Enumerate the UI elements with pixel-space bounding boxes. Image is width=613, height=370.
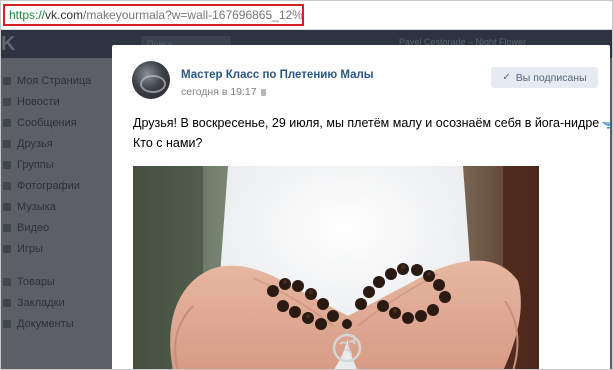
post-time-text: сегодня в 19:17 — [181, 86, 257, 98]
sidebar-item-news[interactable]: Новости — [1, 91, 111, 112]
sidebar-divider — [1, 259, 111, 271]
messages-icon — [3, 118, 11, 127]
documents-icon — [3, 319, 11, 328]
sidebar-item-groups[interactable]: Группы — [1, 154, 111, 175]
group-name-link[interactable]: Мастер Класс по Плетению Малы — [181, 69, 374, 81]
post-text: Друзья! В воскресенье, 29 июля, мы плетё… — [133, 114, 610, 152]
sidebar-item-label: Закладки — [17, 296, 65, 309]
sidebar-item-my-page[interactable]: Моя Страница — [1, 70, 111, 91]
sidebar-item-label: Моя Страница — [17, 74, 92, 87]
sidebar-item-label: Музыка — [17, 200, 56, 213]
sidebar: Моя Страница Новости Сообщения Друзья Гр… — [1, 70, 111, 334]
mala-beads-photo[interactable] — [133, 166, 539, 369]
check-icon: ✓ — [502, 72, 511, 83]
sidebar-item-games[interactable]: Игры — [1, 238, 111, 259]
sidebar-item-photos[interactable]: Фотографии — [1, 175, 111, 196]
url-field[interactable]: https://vk.com/makeyourmala?w=wall-16769… — [3, 4, 304, 26]
mobile-device-icon — [260, 89, 266, 96]
sidebar-item-video[interactable]: Видео — [1, 217, 111, 238]
sidebar-item-label: Видео — [17, 221, 50, 234]
sidebar-item-label: Группы — [17, 158, 54, 171]
music-icon — [3, 202, 11, 211]
sidebar-item-bookmarks[interactable]: Закладки — [1, 292, 111, 313]
sidebar-item-goods[interactable]: Товары — [1, 271, 111, 292]
screenshot-frame: https://vk.com/makeyourmala?w=wall-16769… — [0, 0, 613, 370]
url-host: vk.com — [45, 8, 84, 22]
bookmarks-icon — [3, 298, 11, 307]
post-modal: Мастер Класс по Плетению Малы сегодня в … — [112, 45, 610, 369]
vk-logo[interactable]: K — [1, 33, 15, 56]
post-text-line-1-content: Друзья! В воскресенье, 29 июля, мы плетё… — [133, 116, 600, 130]
video-icon — [3, 223, 11, 232]
friends-icon — [3, 139, 11, 148]
games-icon — [3, 244, 11, 253]
subscribed-button[interactable]: ✓ Вы подписаны — [491, 67, 598, 88]
url-protocol: https:// — [9, 8, 46, 22]
sidebar-item-label: Документы — [17, 317, 74, 330]
home-icon — [3, 76, 11, 85]
post-timestamp[interactable]: сегодня в 19:17 — [181, 86, 266, 98]
sidebar-item-label: Игры — [17, 242, 43, 255]
sidebar-item-label: Сообщения — [17, 116, 77, 129]
avatar[interactable] — [132, 61, 170, 99]
bowl-icon — [601, 116, 610, 134]
url-path: /makeyourmala?w=wall-167696865_12%2Fall — [83, 8, 303, 22]
sidebar-item-messages[interactable]: Сообщения — [1, 112, 111, 133]
goods-icon — [3, 277, 11, 286]
news-icon — [3, 97, 11, 106]
sidebar-item-label: Фотографии — [17, 179, 80, 192]
sidebar-item-label: Друзья — [17, 137, 53, 150]
sidebar-item-friends[interactable]: Друзья — [1, 133, 111, 154]
browser-address-bar: https://vk.com/makeyourmala?w=wall-16769… — [1, 1, 612, 30]
sidebar-item-music[interactable]: Музыка — [1, 196, 111, 217]
post-text-line-1: Друзья! В воскресенье, 29 июля, мы плетё… — [133, 114, 610, 134]
sidebar-item-label: Товары — [17, 275, 55, 288]
sidebar-item-label: Новости — [17, 95, 60, 108]
photos-icon — [3, 181, 11, 190]
post-text-line-2: Кто с нами? — [133, 136, 203, 150]
photo-illustration — [133, 166, 539, 369]
subscribed-label: Вы подписаны — [515, 71, 587, 84]
groups-icon — [3, 160, 11, 169]
sidebar-item-documents[interactable]: Документы — [1, 313, 111, 334]
